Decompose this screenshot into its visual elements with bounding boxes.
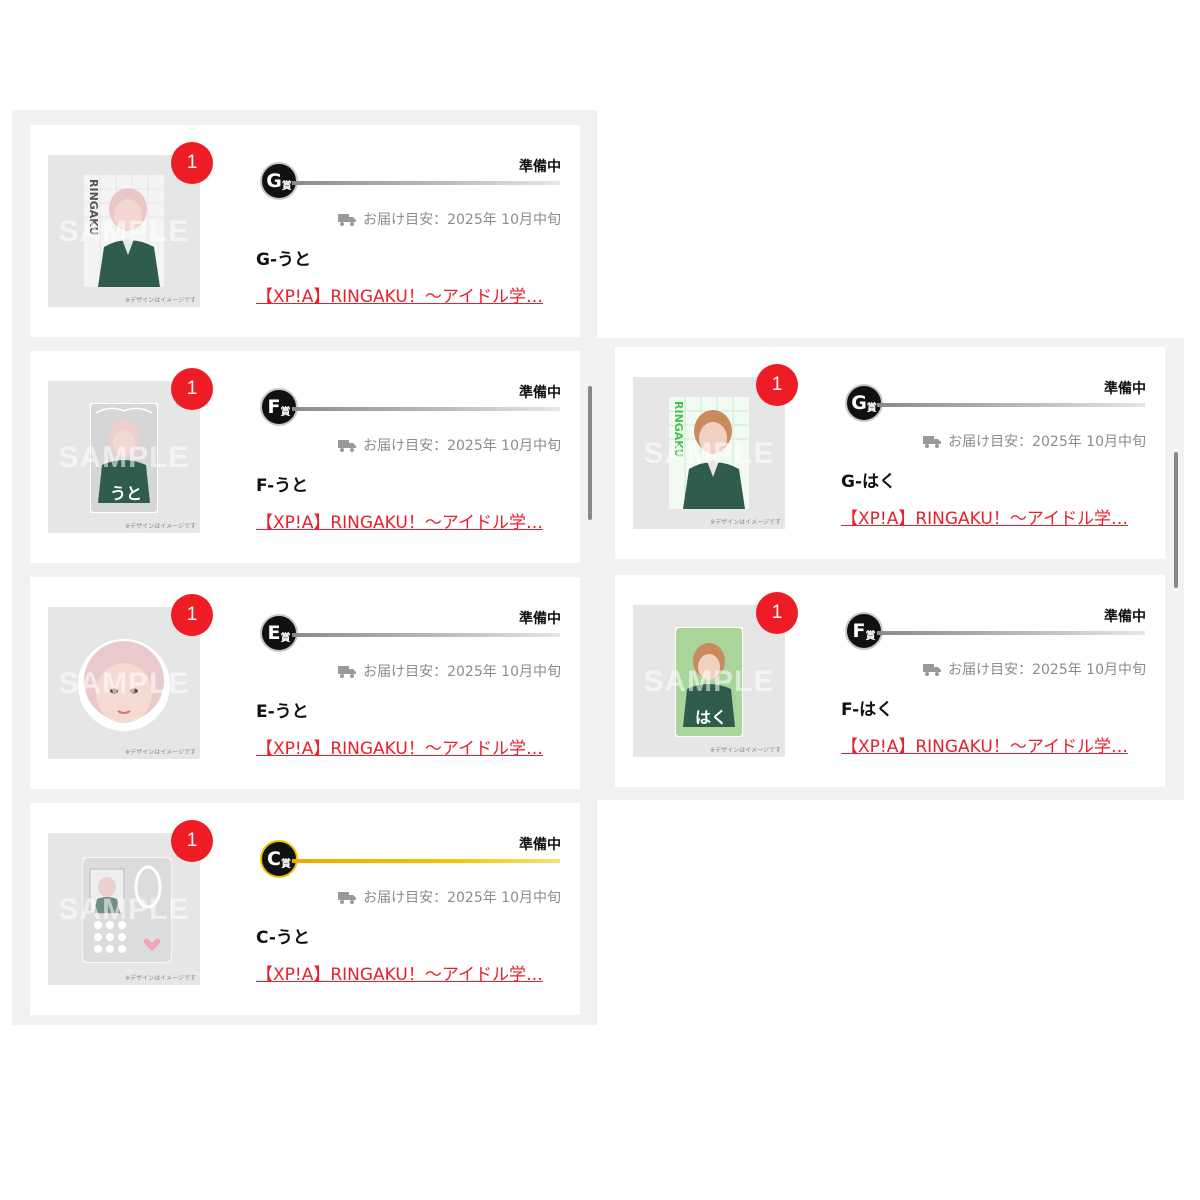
progress-bar (292, 859, 560, 863)
quantity-badge: 1 (756, 364, 798, 406)
scrollbar-left[interactable] (588, 386, 592, 520)
item-name: C-うと (256, 928, 310, 948)
status-label: 準備中 (519, 837, 561, 853)
quantity-badge: 1 (171, 820, 213, 862)
quantity-badge: 1 (171, 594, 213, 636)
image-note: ※デザインはイメージです (125, 523, 196, 530)
delivery-text: お届け目安：2025年 10月中旬 (948, 434, 1146, 450)
sample-watermark: SAMPLE (643, 437, 775, 470)
item-name: G-うと (256, 250, 312, 270)
image-note: ※デザインはイメージです (710, 747, 781, 754)
status-label: 準備中 (519, 385, 561, 401)
product-link[interactable]: 【XP!A】RINGAKU！～アイドル学… (841, 732, 1146, 757)
image-note: ※デザインはイメージです (710, 519, 781, 526)
progress-bar (877, 631, 1145, 635)
prize-card[interactable]: RINGAKU SAMPLE ※デザインはイメージです 1 G賞 準備中 お届け… (30, 125, 580, 337)
truck-icon (923, 663, 942, 676)
sample-watermark: SAMPLE (643, 665, 775, 698)
delivery-estimate: お届け目安：2025年 10月中旬 (338, 209, 561, 229)
truck-icon (338, 439, 357, 452)
status-label: 準備中 (1104, 381, 1146, 397)
image-note: ※デザインはイメージです (125, 975, 196, 982)
prize-card[interactable]: はく SAMPLE ※デザインはイメージです 1 F賞 準備中 お届け目安：20… (615, 575, 1165, 787)
prize-card[interactable]: RINGAKU SAMPLE ※デザインはイメージです 1 G賞 準備中 お届け… (615, 347, 1165, 559)
quantity-badge: 1 (171, 368, 213, 410)
delivery-estimate: お届け目安：2025年 10月中旬 (338, 887, 561, 907)
image-note: ※デザインはイメージです (125, 297, 196, 304)
delivery-text: お届け目安：2025年 10月中旬 (948, 662, 1146, 678)
sample-watermark: SAMPLE (58, 441, 190, 474)
svg-text:はく: はく (695, 708, 727, 727)
sample-watermark: SAMPLE (58, 215, 190, 248)
product-link[interactable]: 【XP!A】RINGAKU！～アイドル学… (256, 282, 561, 307)
delivery-text: お届け目安：2025年 10月中旬 (363, 664, 561, 680)
item-name: F-うと (256, 476, 309, 496)
item-name: G-はく (841, 472, 897, 492)
status-label: 準備中 (519, 611, 561, 627)
sample-watermark: SAMPLE (58, 667, 190, 700)
delivery-text: お届け目安：2025年 10月中旬 (363, 438, 561, 454)
truck-icon (338, 665, 357, 678)
prize-card[interactable]: SAMPLE ※デザインはイメージです 1 E賞 準備中 お届け目安：2025年… (30, 577, 580, 789)
progress-bar (877, 403, 1145, 407)
svg-text:うと: うと (110, 484, 142, 503)
truck-icon (338, 213, 357, 226)
progress-bar (292, 633, 560, 637)
product-link[interactable]: 【XP!A】RINGAKU！～アイドル学… (256, 734, 561, 759)
item-name: F-はく (841, 700, 894, 720)
image-note: ※デザインはイメージです (125, 749, 196, 756)
product-link[interactable]: 【XP!A】RINGAKU！～アイドル学… (841, 504, 1146, 529)
delivery-text: お届け目安：2025年 10月中旬 (363, 890, 561, 906)
item-name: E-うと (256, 702, 309, 722)
delivery-estimate: お届け目安：2025年 10月中旬 (338, 435, 561, 455)
status-label: 準備中 (1104, 609, 1146, 625)
progress-bar (292, 181, 560, 185)
scrollbar-right[interactable] (1174, 452, 1178, 588)
status-label: 準備中 (519, 159, 561, 175)
quantity-badge: 1 (171, 142, 213, 184)
truck-icon (923, 435, 942, 448)
truck-icon (338, 891, 357, 904)
prize-card[interactable]: SAMPLE ※デザインはイメージです 1 C賞 準備中 お届け目安：2025年… (30, 803, 580, 1015)
delivery-estimate: お届け目安：2025年 10月中旬 (923, 431, 1146, 451)
prize-card[interactable]: うと SAMPLE ※デザインはイメージです 1 F賞 準備中 お届け目安：20… (30, 351, 580, 563)
quantity-badge: 1 (756, 592, 798, 634)
delivery-estimate: お届け目安：2025年 10月中旬 (923, 659, 1146, 679)
progress-bar (292, 407, 560, 411)
sample-watermark: SAMPLE (58, 893, 190, 926)
delivery-text: お届け目安：2025年 10月中旬 (363, 212, 561, 228)
product-link[interactable]: 【XP!A】RINGAKU！～アイドル学… (256, 960, 561, 985)
delivery-estimate: お届け目安：2025年 10月中旬 (338, 661, 561, 681)
product-link[interactable]: 【XP!A】RINGAKU！～アイドル学… (256, 508, 561, 533)
